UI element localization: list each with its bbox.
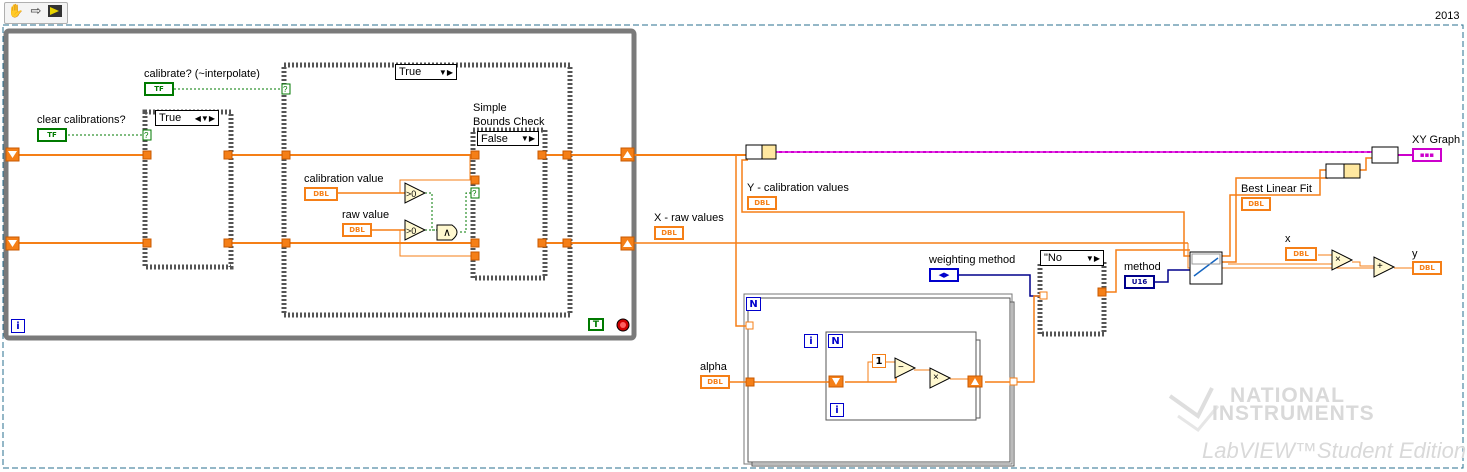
case-selector-terminal-3: ?	[472, 189, 477, 198]
u16-text: U16	[1131, 278, 1148, 286]
dbl-text: DBL	[1293, 250, 1309, 258]
simple-bounds-label-2: Bounds Check	[473, 116, 545, 128]
method-control[interactable]: U16	[1124, 275, 1155, 289]
multiply-node-x: ×	[1335, 254, 1341, 265]
calibrate-bool-control[interactable]: TF	[144, 82, 174, 96]
case-selector-clear[interactable]: True ◀▼▶	[155, 110, 219, 126]
chevron-down-icon: ▼▶	[1085, 253, 1100, 263]
stop-condition-icon	[615, 317, 631, 333]
chevron-down-icon: ▼▶	[520, 134, 535, 143]
y-calibration-values-label: Y - calibration values	[747, 182, 849, 194]
x-control[interactable]: DBL	[1285, 247, 1317, 261]
case-selector-value: False	[481, 132, 508, 145]
case-selector-bounds[interactable]: False ▼▶	[477, 131, 539, 146]
dbl-text: DBL	[1419, 264, 1435, 272]
alpha-label: alpha	[700, 361, 727, 373]
chevron-down-icon: ◀▼▶	[194, 113, 215, 123]
case-selector-value: "No	[1044, 252, 1062, 264]
dbl-text: DBL	[1248, 200, 1264, 208]
method-label: method	[1124, 261, 1161, 273]
stop-true-constant[interactable]: T	[588, 318, 604, 331]
while-iteration-terminal: i	[11, 319, 25, 333]
n-text: N	[831, 335, 840, 347]
i-text: i	[809, 335, 813, 347]
raw-value-control[interactable]: DBL	[342, 223, 372, 237]
ni-logo-watermark: NATIONAL INSTRUMENTS LabVIEW™Student Edi…	[1168, 382, 1466, 466]
case-selector-value: True	[159, 112, 182, 124]
greater-than-zero-2: >0	[406, 226, 417, 236]
simple-bounds-label-1: Simple	[473, 102, 507, 114]
t-text: T	[592, 319, 600, 330]
alpha-control[interactable]: DBL	[700, 375, 730, 389]
for-loop-count-terminal: N	[746, 297, 761, 311]
constant-one[interactable]: 1	[872, 354, 886, 368]
multiply-node: ×	[933, 372, 939, 383]
case-selector-terminal-2: ?	[283, 85, 288, 94]
dbl-text: DBL	[349, 226, 365, 234]
chevron-down-icon: ▼▶	[438, 67, 453, 77]
calibration-value-label: calibration value	[304, 173, 384, 185]
raw-value-label: raw value	[342, 209, 390, 221]
greater-than-zero-1: >0	[406, 189, 417, 199]
xy-graph-indicator: ▪▪▪	[1412, 148, 1442, 162]
ni-line2: INSTRUMENTS	[1212, 402, 1375, 425]
case-selector-calibrate[interactable]: True ▼▶	[395, 64, 457, 80]
i-text: i	[835, 404, 839, 416]
ni-line3: LabVIEW™Student Edition	[1202, 438, 1467, 463]
x-label: x	[1285, 233, 1291, 245]
best-linear-fit-indicator: DBL	[1241, 197, 1271, 211]
x-raw-values-label: X - raw values	[654, 212, 724, 224]
and-gate: ∧	[443, 227, 452, 239]
tf-text: TF	[47, 131, 57, 139]
one-text: 1	[875, 355, 883, 367]
inner-loop-count-terminal: N	[828, 334, 843, 348]
weighting-method-label: weighting method	[929, 254, 1016, 266]
clear-calibrations-label: clear calibrations?	[37, 114, 126, 126]
add-node: +	[1377, 261, 1383, 272]
y-indicator: DBL	[1412, 261, 1442, 275]
dbl-text: DBL	[661, 229, 677, 237]
case-selector-terminal-1: ?	[144, 131, 149, 140]
dbl-text: DBL	[707, 378, 723, 386]
n-text: N	[749, 298, 758, 310]
xy-graph-label: XY Graph	[1412, 134, 1461, 146]
y-label: y	[1412, 248, 1418, 260]
dbl-text: DBL	[754, 199, 770, 207]
weighting-method-control[interactable]: ◀▶	[929, 268, 959, 282]
calibrate-label: calibrate? (~interpolate)	[144, 68, 260, 80]
inner-loop-index-terminal: i	[830, 403, 844, 417]
y-calibration-values-indicator: DBL	[747, 196, 777, 210]
x-raw-values-indicator: DBL	[654, 226, 684, 240]
clear-calibrations-bool-control[interactable]: TF	[37, 128, 67, 142]
case-selector-weighting[interactable]: "No ▼▶	[1040, 250, 1104, 266]
subtract-node: −	[898, 362, 904, 373]
tf-text: TF	[154, 85, 164, 93]
i-text: i	[16, 320, 20, 332]
inner-loop-iteration-terminal: i	[804, 334, 818, 348]
case-selector-value: True	[399, 66, 422, 78]
dbl-text: DBL	[313, 190, 329, 198]
calibration-value-control[interactable]: DBL	[304, 187, 338, 201]
best-linear-fit-label: Best Linear Fit	[1241, 183, 1312, 195]
